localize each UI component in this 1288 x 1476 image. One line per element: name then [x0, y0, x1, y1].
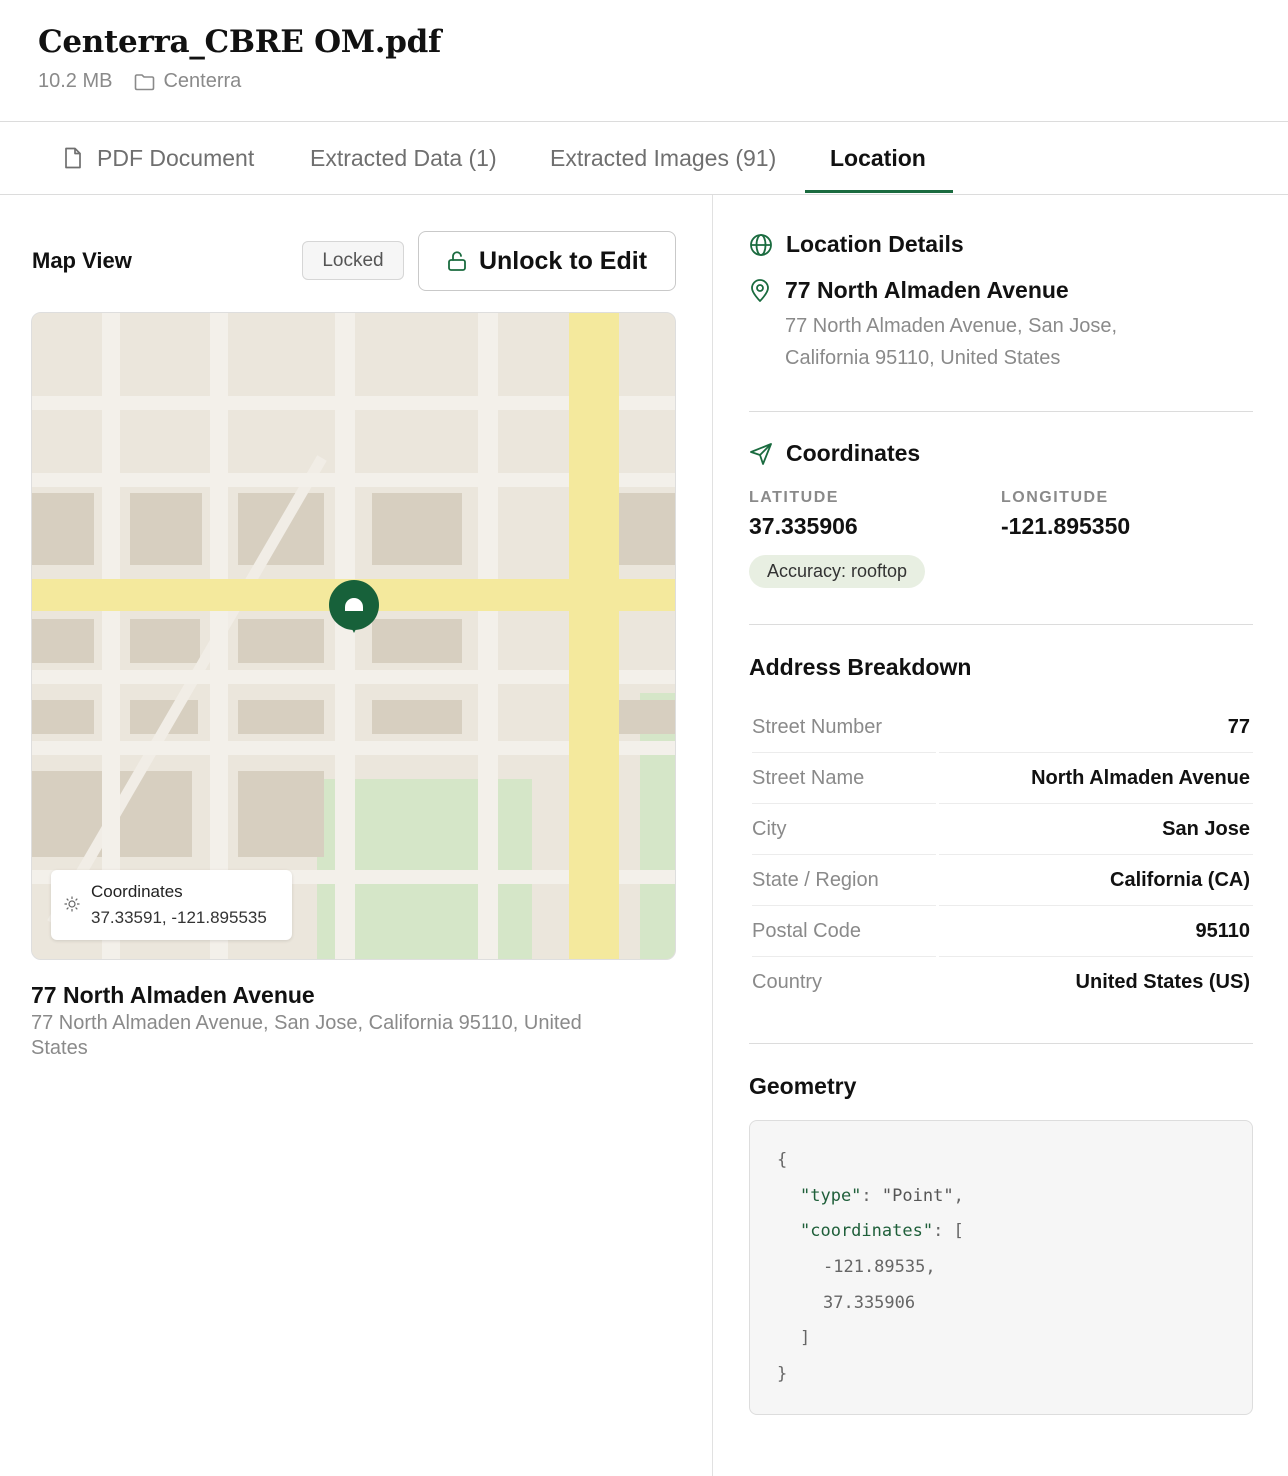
json-key: "type"	[800, 1186, 862, 1206]
tab-label: Extracted Data (1)	[310, 144, 497, 171]
map-canvas[interactable]: Coordinates 37.33591, -121.895535	[31, 312, 676, 960]
json-longitude: -121.89535,	[823, 1257, 936, 1277]
address-breakdown-table: Street Number 77 Street Name North Almad…	[749, 702, 1253, 1008]
tab-pdf-document[interactable]: PDF Document	[63, 122, 254, 194]
row-label: Street Number	[752, 716, 883, 738]
panel-divider	[712, 195, 713, 1476]
location-details-header: Location Details	[749, 231, 964, 258]
json-latitude: 37.335906	[823, 1293, 916, 1313]
map-tiles	[32, 313, 675, 959]
table-row: Street Number 77	[749, 702, 1253, 753]
folder-name: Centerra	[163, 70, 242, 92]
row-label: Country	[752, 971, 823, 993]
longitude-label: LONGITUDE	[1001, 489, 1109, 506]
json-close-brace: }	[777, 1364, 788, 1384]
coordinates-value: 37.33591, -121.895535	[91, 908, 267, 927]
coordinates-header: Coordinates	[749, 440, 920, 467]
folder-link[interactable]: Centerra	[134, 70, 241, 93]
row-value: 77	[1227, 716, 1250, 738]
row-value: United States (US)	[1075, 971, 1250, 993]
map-address-title: 77 North Almaden Avenue	[31, 982, 315, 1008]
tab-location[interactable]: Location	[830, 122, 926, 194]
table-row: Country United States (US)	[749, 957, 1253, 1008]
row-value: San Jose	[1162, 818, 1250, 840]
row-label: Street Name	[752, 767, 865, 789]
row-label: City	[752, 818, 787, 840]
latitude-value: 37.335906	[749, 513, 858, 539]
json-coordinates-line: "coordinates": [	[800, 1221, 964, 1241]
table-row: State / Region California (CA)	[749, 855, 1253, 906]
location-name: 77 North Almaden Avenue	[749, 277, 1069, 304]
file-meta: 10.2 MB Centerra	[38, 70, 241, 93]
map-view-title: Map View	[32, 248, 132, 273]
unlock-icon	[448, 251, 466, 271]
navigation-arrow-icon	[750, 442, 772, 465]
table-row: Street Name North Almaden Avenue	[749, 753, 1253, 804]
tab-label: Location	[830, 144, 926, 171]
location-name-text: 77 North Almaden Avenue	[785, 277, 1069, 303]
file-size: 10.2 MB	[38, 70, 113, 92]
tab-label: Extracted Images (91)	[550, 144, 777, 171]
document-icon	[65, 147, 81, 169]
active-tab-indicator	[805, 190, 953, 193]
location-pin-icon[interactable]	[329, 580, 379, 634]
json-close-bracket: ]	[800, 1328, 811, 1348]
tab-bar: PDF Document Extracted Data (1) Extracte…	[0, 122, 1288, 195]
json-open-bracket: [	[953, 1221, 964, 1241]
crosshair-icon	[64, 896, 80, 912]
tab-extracted-data[interactable]: Extracted Data (1)	[310, 122, 497, 194]
location-full-address: 77 North Almaden Avenue, San Jose, Calif…	[785, 310, 1215, 374]
row-value: California (CA)	[1110, 869, 1250, 891]
table-row: City San Jose	[749, 804, 1253, 855]
row-label: State / Region	[752, 869, 879, 891]
geometry-title: Geometry	[749, 1073, 857, 1099]
folder-icon	[135, 73, 155, 90]
address-breakdown-title: Address Breakdown	[749, 654, 972, 680]
address-line-2: California 95110, United States	[785, 347, 1061, 369]
json-type-line: "type": "Point",	[800, 1186, 964, 1206]
unlock-to-edit-button[interactable]: Unlock to Edit	[418, 231, 676, 291]
map-pin-icon	[751, 278, 769, 302]
globe-icon	[750, 233, 772, 256]
unlock-label: Unlock to Edit	[478, 246, 648, 275]
geometry-json-block: { "type": "Point", "coordinates": [ -121…	[749, 1120, 1253, 1415]
map-address-full: 77 North Almaden Avenue, San Jose, Calif…	[31, 1012, 582, 1059]
row-label: Postal Code	[752, 920, 861, 942]
row-value: North Almaden Avenue	[1031, 767, 1250, 789]
section-divider	[749, 624, 1253, 625]
longitude-value: -121.895350	[1001, 513, 1131, 539]
row-value: 95110	[1195, 920, 1250, 942]
table-row: Postal Code 95110	[749, 906, 1253, 957]
accuracy-badge: Accuracy: rooftop	[749, 555, 926, 588]
coordinates-title: Coordinates	[786, 440, 921, 466]
section-divider	[749, 1043, 1253, 1044]
section-divider	[749, 411, 1253, 412]
json-open-brace: {	[777, 1150, 788, 1170]
file-title: Centerra_CBRE OM.pdf	[38, 24, 442, 60]
latitude-label: LATITUDE	[749, 489, 839, 506]
address-line-1: 77 North Almaden Avenue, San Jose,	[785, 315, 1118, 337]
locked-badge: Locked	[302, 241, 404, 280]
file-header: Centerra_CBRE OM.pdf 10.2 MB Centerra	[0, 0, 1288, 122]
json-key: "coordinates"	[800, 1221, 934, 1241]
tab-extracted-images[interactable]: Extracted Images (91)	[550, 122, 776, 194]
json-value: "Point"	[881, 1186, 954, 1206]
coordinates-label: Coordinates	[91, 882, 183, 901]
location-details-title: Location Details	[786, 231, 964, 257]
map-coordinates-box: Coordinates 37.33591, -121.895535	[51, 870, 292, 940]
tab-label: PDF Document	[97, 144, 255, 171]
